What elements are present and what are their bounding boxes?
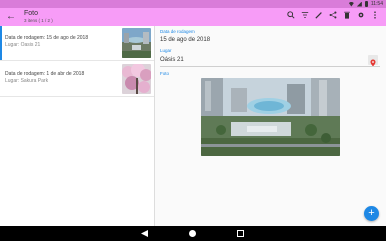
app-toolbar: ← Foto 3 itens ( 1 / 2 )	[0, 8, 386, 26]
list-item-title: Data de rodagem: 1 de abr de 2018	[5, 71, 85, 77]
date-label: Data de rodagem	[160, 29, 195, 34]
add-button[interactable]: +	[364, 206, 379, 221]
status-bar: 11:54	[0, 0, 386, 8]
share-icon[interactable]	[328, 11, 338, 23]
delete-icon[interactable]	[342, 11, 352, 23]
map-pin-button[interactable]	[368, 55, 378, 67]
place-label: Lugar	[160, 48, 172, 53]
list-item[interactable]: Data de rodagem: 15 de ago de 2018 Lugar…	[0, 26, 154, 61]
settings-icon[interactable]	[356, 11, 366, 23]
navigation-bar	[0, 226, 386, 241]
date-value: 15 de ago de 2018	[160, 37, 211, 43]
wifi-icon	[348, 1, 354, 7]
status-time: 11:54	[370, 1, 383, 7]
toolbar-subtitle: 3 itens ( 1 / 2 )	[24, 18, 53, 23]
list-item-thumbnail	[122, 28, 151, 58]
list-item-thumbnail	[122, 64, 151, 94]
nav-home-icon[interactable]	[189, 230, 196, 237]
nav-recents-icon[interactable]	[237, 230, 244, 237]
add-icon: +	[368, 207, 375, 219]
arrow-back-icon[interactable]: ←	[5, 11, 17, 23]
toolbar-title: Foto	[24, 10, 39, 17]
edit-icon[interactable]	[314, 11, 324, 23]
photo-image[interactable]	[201, 78, 340, 156]
more-vert-icon[interactable]	[370, 11, 380, 23]
list-item-place: Lugar: Oasis 21	[5, 42, 41, 48]
list-item[interactable]: Data de rodagem: 1 de abr de 2018 Lugar:…	[0, 62, 154, 97]
place-value: Oásis 21	[160, 57, 184, 63]
nav-back-icon[interactable]	[141, 230, 148, 237]
search-icon[interactable]	[286, 11, 296, 23]
battery-icon	[364, 1, 368, 7]
photo-label: Foto	[160, 71, 170, 76]
signal-icon	[356, 1, 362, 7]
list-item-place: Lugar: Sakura Park	[5, 78, 49, 84]
list-item-title: Data de rodagem: 15 de ago de 2018	[5, 35, 89, 41]
detail-pane: Data de rodagem 15 de ago de 2018 Lugar …	[155, 26, 386, 226]
divider	[160, 66, 380, 67]
photo-list: Data de rodagem: 15 de ago de 2018 Lugar…	[0, 26, 155, 226]
filter-icon[interactable]	[300, 11, 310, 23]
selected-indicator	[0, 26, 2, 60]
